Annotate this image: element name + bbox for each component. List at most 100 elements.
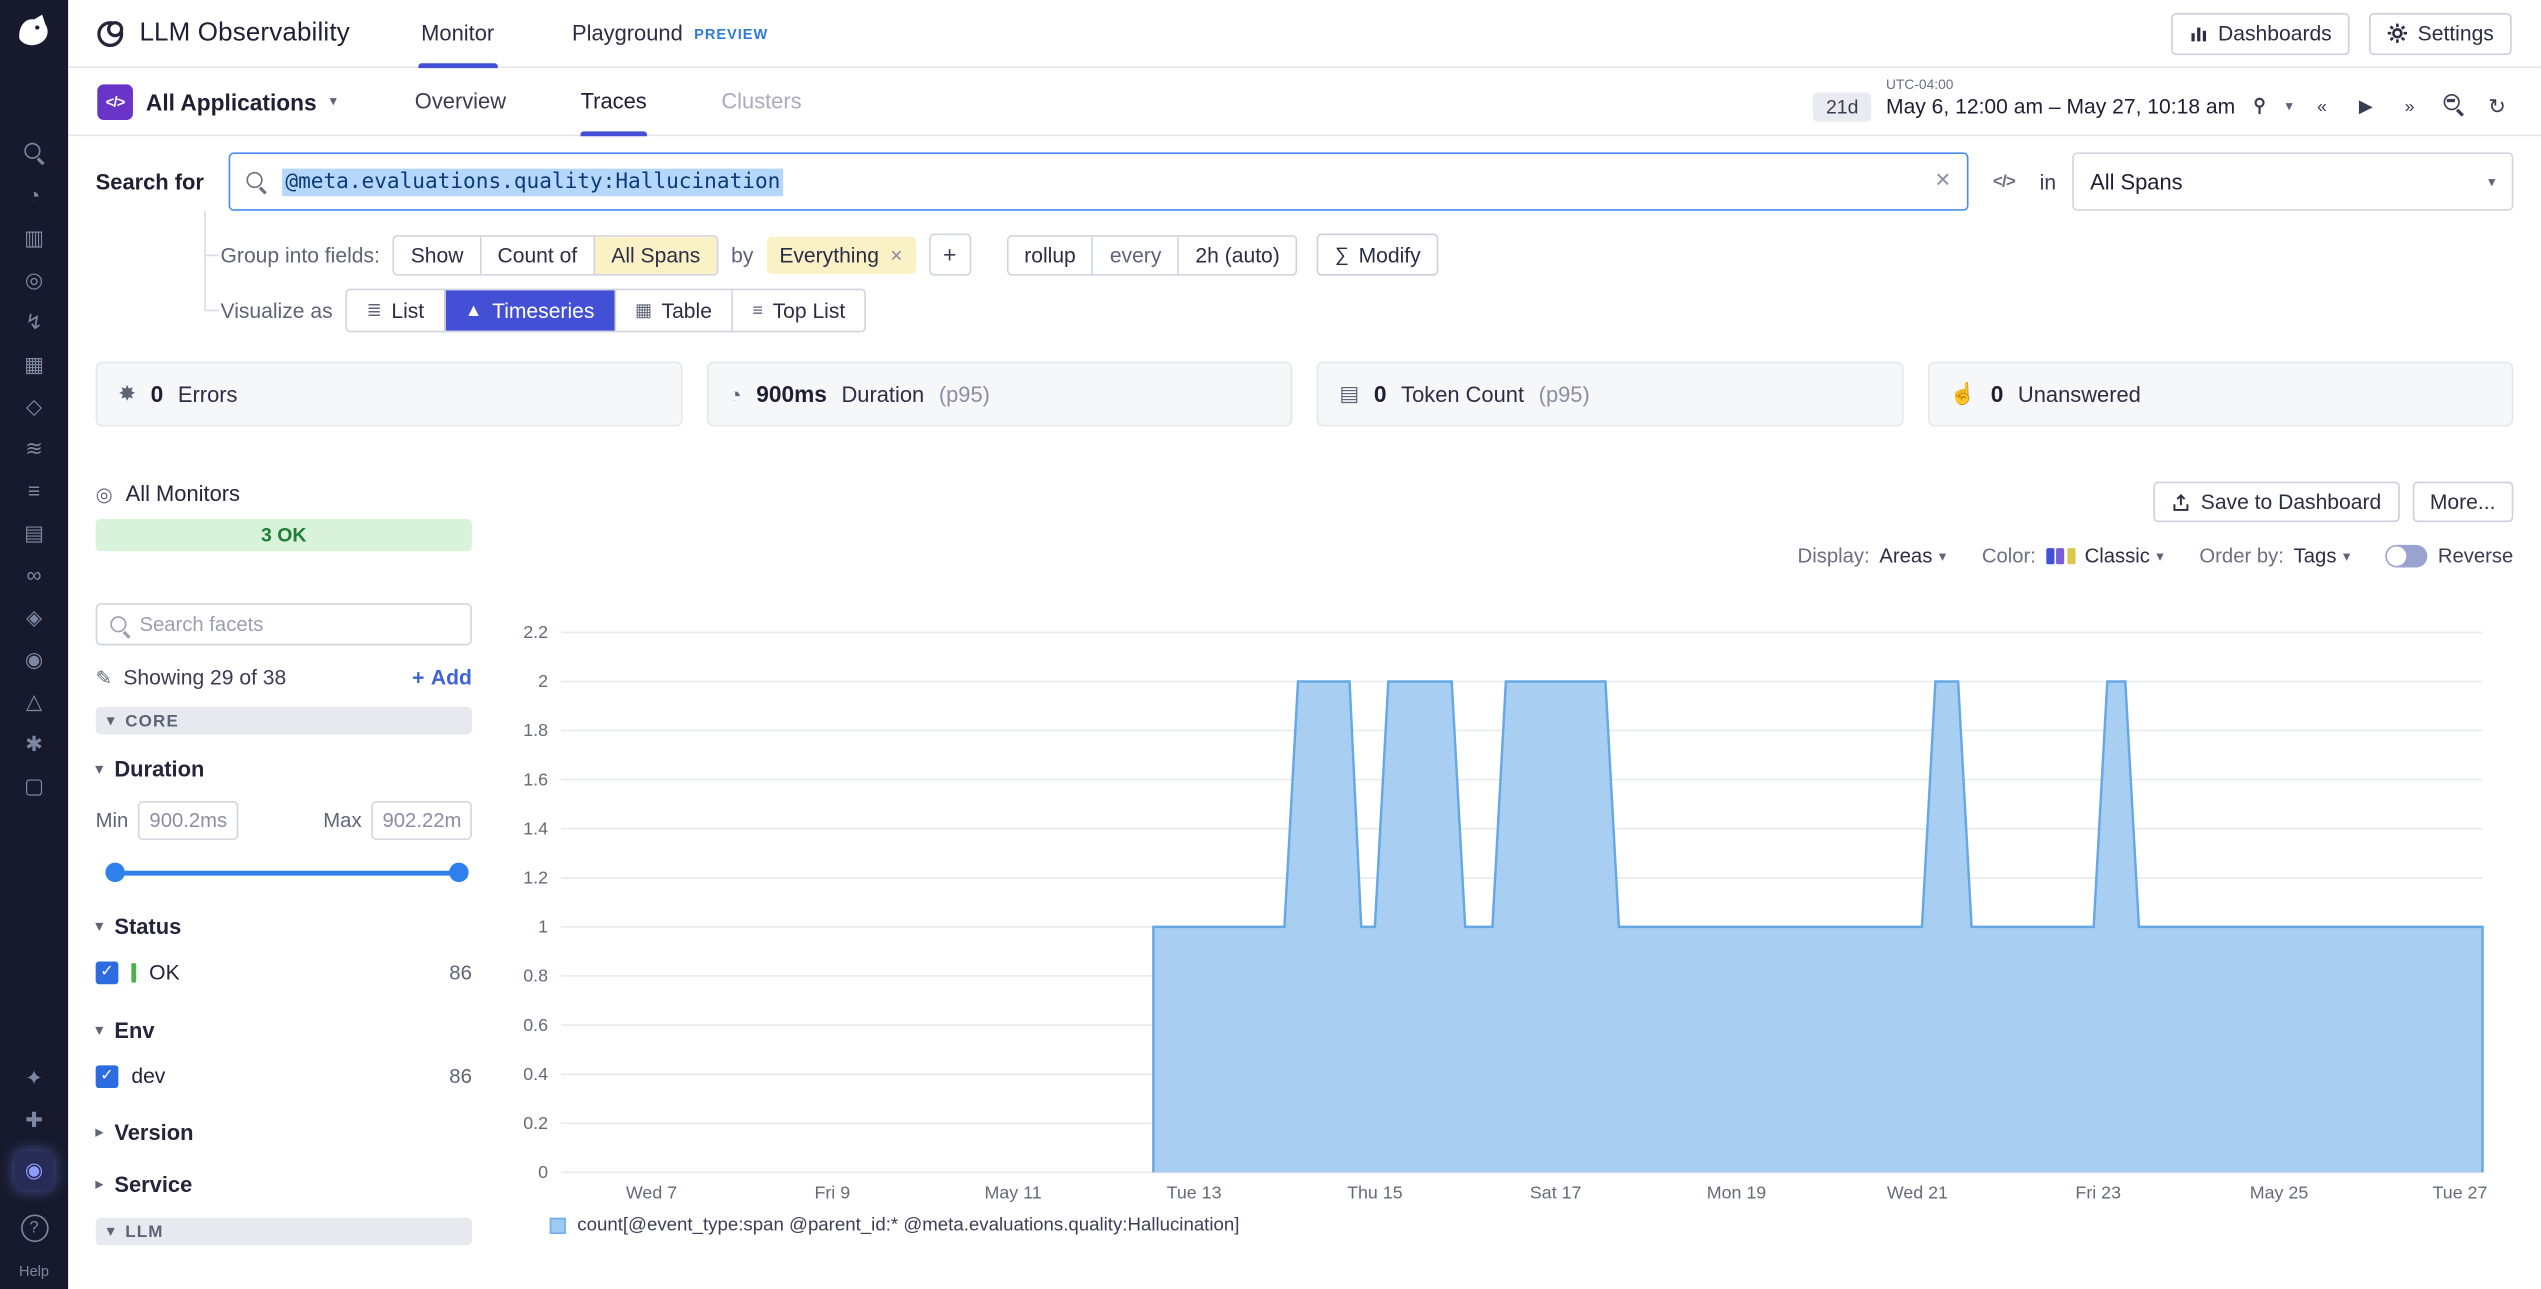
visualize-table-button[interactable]: ▦ Table xyxy=(614,290,732,331)
pin-icon[interactable] xyxy=(2250,96,2271,117)
clear-search-icon[interactable]: × xyxy=(1935,167,1950,196)
tab-clusters[interactable]: Clusters xyxy=(721,67,801,135)
chart-legend[interactable]: count[@event_type:span @parent_id:* @met… xyxy=(491,1216,2513,1235)
timeseries-label: Timeseries xyxy=(492,298,594,322)
reverse-toggle[interactable] xyxy=(2386,545,2428,568)
timezone-label: UTC-04:00 xyxy=(1886,76,1953,92)
application-selector[interactable]: </> All Applications ▾ xyxy=(97,84,337,120)
rum-icon[interactable]: ◉ xyxy=(25,649,43,670)
refresh-icon[interactable]: ↻ xyxy=(2483,93,2512,119)
logs-icon[interactable]: ≡ xyxy=(28,480,40,501)
integrations-icon[interactable]: ∞ xyxy=(27,564,42,585)
group-by-chip[interactable]: Everything × xyxy=(766,236,915,273)
modify-button[interactable]: ∑ Modify xyxy=(1317,233,1438,275)
duration-max-input[interactable] xyxy=(371,801,472,840)
settings-button[interactable]: Settings xyxy=(2369,12,2512,54)
svg-text:May 11: May 11 xyxy=(985,1182,1042,1202)
remove-group-by-icon[interactable]: × xyxy=(890,242,902,266)
add-product-icon[interactable]: ✚ xyxy=(25,1109,43,1130)
save-to-dashboard-button[interactable]: Save to Dashboard xyxy=(2154,482,2399,523)
span-scope-select[interactable]: All Spans ▾ xyxy=(2072,152,2513,210)
core-section-header[interactable]: ▾ CORE xyxy=(96,707,472,735)
more-button[interactable]: More... xyxy=(2412,482,2513,523)
ci-icon[interactable]: ≋ xyxy=(25,438,43,459)
database-icon[interactable]: ▤ xyxy=(24,522,44,543)
all-monitors-header[interactable]: ◎ All Monitors xyxy=(96,482,472,506)
rewind-icon[interactable]: « xyxy=(2307,96,2336,115)
duration-min-input[interactable] xyxy=(138,801,239,840)
play-icon[interactable]: ▶ xyxy=(2351,96,2380,117)
tab-monitor[interactable]: Monitor xyxy=(418,0,497,67)
by-label: by xyxy=(731,242,753,266)
palette-icon[interactable] xyxy=(2046,548,2075,564)
apm-icon[interactable]: ↯ xyxy=(25,311,43,332)
order-by-select[interactable]: Tags ▾ xyxy=(2294,545,2351,568)
edit-facets-icon[interactable]: ✎ xyxy=(96,666,112,689)
tab-traces[interactable]: Traces xyxy=(581,67,647,135)
search-input[interactable]: @meta.evaluations.quality:Hallucination … xyxy=(229,152,1969,210)
rollup-interval-button[interactable]: 2h (auto) xyxy=(1178,236,1296,273)
visualize-list-button[interactable]: ≣ List xyxy=(347,290,443,331)
tab-overview[interactable]: Overview xyxy=(415,67,506,135)
metrics-icon[interactable]: ▥ xyxy=(24,227,44,248)
raw-query-toggle-icon[interactable]: </> xyxy=(1985,172,2024,191)
timeseries-chart[interactable]: 00.20.40.60.811.21.41.61.822.2Wed 7Fri 9… xyxy=(491,621,2513,1213)
color-select[interactable]: Classic ▾ xyxy=(2085,545,2164,568)
monitors-status-badge[interactable]: 3 OK xyxy=(96,519,472,551)
status-ok-checkbox[interactable]: ✓ xyxy=(96,961,119,984)
facet-search-input[interactable] xyxy=(139,613,457,636)
sigma-icon: ∑ xyxy=(1335,243,1349,266)
tab-playground[interactable]: Playground PREVIEW xyxy=(569,0,772,67)
time-range-label[interactable]: UTC-04:00 May 6, 12:00 am – May 27, 10:1… xyxy=(1886,94,2235,118)
svg-text:0.8: 0.8 xyxy=(523,966,548,986)
slider-min-handle[interactable] xyxy=(105,863,124,882)
forward-icon[interactable]: » xyxy=(2395,96,2424,115)
color-chevron-down-icon: ▾ xyxy=(2156,547,2163,565)
llm-section-header[interactable]: ▾ LLM xyxy=(96,1218,472,1246)
watchdog-icon[interactable]: ◎ xyxy=(25,269,43,290)
datadog-dog-icon xyxy=(15,13,54,52)
datadog-logo[interactable] xyxy=(15,13,54,57)
facet-env-header[interactable]: ▾ Env xyxy=(96,1018,472,1042)
llm-observability-active-icon[interactable]: ◉ xyxy=(15,1151,54,1190)
rollup-button[interactable]: rollup xyxy=(1008,236,1092,273)
packages-icon[interactable]: ▢ xyxy=(24,775,44,796)
time-range-badge[interactable]: 21d xyxy=(1813,92,1871,121)
show-button[interactable]: Show xyxy=(394,236,479,273)
synthetics-icon[interactable]: △ xyxy=(26,691,42,712)
profiling-icon[interactable]: ◇ xyxy=(26,396,42,417)
slider-max-handle[interactable] xyxy=(449,863,468,882)
facet-status-header[interactable]: ▾ Status xyxy=(96,915,472,939)
bug-icon[interactable]: ✱ xyxy=(25,733,43,754)
token-count-card: ▤ 0 Token Count (p95) xyxy=(1317,362,1903,427)
duration-range-slider[interactable] xyxy=(105,863,468,882)
facet-service-header[interactable]: ▸ Service xyxy=(96,1172,472,1196)
dashboards-button[interactable]: Dashboards xyxy=(2171,12,2350,54)
svg-text:1.4: 1.4 xyxy=(523,818,548,838)
history-icon[interactable]: ◔ xyxy=(28,185,41,206)
env-dev-checkbox[interactable]: ✓ xyxy=(96,1065,119,1088)
svg-text:Wed 7: Wed 7 xyxy=(626,1182,677,1202)
add-group-by-button[interactable]: + xyxy=(929,233,971,275)
facet-version-header[interactable]: ▸ Version xyxy=(96,1120,472,1144)
visualize-toplist-button[interactable]: ≡ Top List xyxy=(731,290,864,331)
measure-all-spans-button[interactable]: All Spans xyxy=(593,236,716,273)
zoom-out-icon[interactable] xyxy=(2439,93,2468,119)
count-of-button[interactable]: Count of xyxy=(480,236,594,273)
experiments-icon[interactable]: ✦ xyxy=(25,1067,43,1088)
visualize-timeseries-button[interactable]: ▲ Timeseries xyxy=(444,290,614,331)
all-monitors-label: All Monitors xyxy=(126,482,240,506)
display-select[interactable]: Areas ▾ xyxy=(1879,545,1946,568)
search-icon[interactable] xyxy=(24,143,45,164)
add-facet-button[interactable]: + Add xyxy=(412,665,472,689)
facet-search[interactable] xyxy=(96,603,472,645)
infrastructure-icon[interactable]: ▦ xyxy=(24,353,44,374)
token-count-percentile: (p95) xyxy=(1539,382,1590,406)
time-chevron-down-icon[interactable]: ▾ xyxy=(2285,97,2292,115)
search-query-text[interactable]: @meta.evaluations.quality:Hallucination xyxy=(282,168,783,196)
facet-duration-header[interactable]: ▾ Duration xyxy=(96,757,472,781)
env-dev-count: 86 xyxy=(449,1065,472,1088)
help-icon[interactable]: ? xyxy=(20,1215,48,1243)
security-icon[interactable]: ◈ xyxy=(26,606,42,627)
svg-text:1: 1 xyxy=(538,917,548,937)
